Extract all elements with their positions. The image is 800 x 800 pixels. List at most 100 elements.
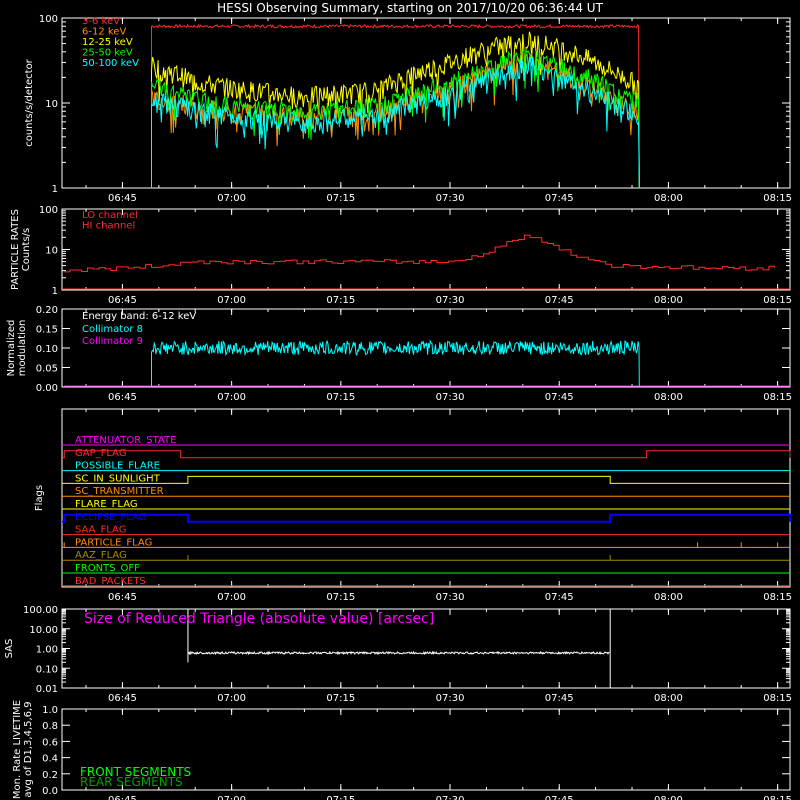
livetime-x-tick-label: 07:45 bbox=[545, 795, 574, 800]
livetime-x-tick-label: 07:30 bbox=[436, 795, 465, 800]
particle-x-tick-label: 08:00 bbox=[654, 295, 683, 306]
flag-label-sc-in-sunlight: SC_IN_SUNLIGHT bbox=[75, 473, 161, 484]
counts-legend-50-100-keV: 50-100 keV bbox=[82, 58, 139, 69]
figure-title: HESSI Observing Summary, starting on 201… bbox=[217, 1, 603, 15]
particle-x-tick-label: 07:30 bbox=[436, 295, 465, 306]
livetime-y-tick-label: 0.8 bbox=[42, 721, 58, 732]
counts-y-tick-label: 100 bbox=[39, 14, 58, 25]
particle-y-tick-label: 100 bbox=[39, 205, 58, 216]
livetime-y-tick-label: 0.6 bbox=[42, 737, 58, 748]
sas-annotation: Size of Reduced Triangle (absolute value… bbox=[84, 611, 434, 627]
counts-legend-12-25-keV: 12-25 keV bbox=[82, 37, 133, 48]
particle-x-tick-label: 07:45 bbox=[545, 295, 574, 306]
particle-series-hi-channel bbox=[64, 234, 776, 273]
livetime-x-tick-label: 08:00 bbox=[654, 795, 683, 800]
particle-x-tick-label: 07:00 bbox=[217, 295, 246, 306]
counts-x-tick-label: 07:15 bbox=[326, 193, 355, 204]
flags-x-tick-label: 08:15 bbox=[763, 592, 792, 603]
modulation-legend-Collimator-9: Collimator 9 bbox=[82, 336, 143, 347]
sas-x-tick-label: 07:15 bbox=[326, 693, 355, 704]
flag-label-particle-flag: PARTICLE_FLAG bbox=[75, 537, 152, 548]
particle-x-tick-label: 07:15 bbox=[326, 295, 355, 306]
sas-y-tick-label: 10.00 bbox=[29, 625, 58, 636]
sas-x-tick-label: 07:00 bbox=[217, 693, 246, 704]
counts-x-tick-label: 08:15 bbox=[763, 193, 792, 204]
sas-y-tick-label: 100.00 bbox=[23, 605, 58, 616]
sas-series-triangle-size bbox=[187, 650, 610, 656]
flag-label-sc-transmitter: SC_TRANSMITTER bbox=[75, 486, 164, 497]
modulation-panel: 06:45 07:00 07:15 07:30 07:45 08:00 08:15 0.00 0… bbox=[6, 305, 792, 403]
flags-x-tick-label: 07:30 bbox=[436, 592, 465, 603]
sas-x-tick-label: 08:15 bbox=[763, 693, 792, 704]
flag-label-gap-flag: GAP_FLAG bbox=[75, 448, 127, 459]
modulation-series-collimator-8 bbox=[151, 339, 640, 388]
counts-x-tick-label: 07:00 bbox=[217, 193, 246, 204]
counts-legend-25-50-keV: 25-50 keV bbox=[82, 48, 133, 59]
flag-label-fronts-off: FRONTS_OFF bbox=[75, 563, 140, 574]
livetime-y-tick-label: 0.0 bbox=[42, 786, 58, 797]
observing-summary-figure: HESSI Observing Summary, starting on 201… bbox=[4, 1, 792, 800]
flag-line-gap-flag bbox=[62, 450, 791, 459]
sas-x-tick-label: 08:00 bbox=[654, 693, 683, 704]
counts-legend-6-12-keV: 6-12 keV bbox=[82, 27, 126, 38]
livetime-y-tick-label: 1.0 bbox=[42, 705, 58, 716]
modulation-y-tick-label: 0.00 bbox=[36, 383, 58, 394]
modulation-x-tick-label: 07:30 bbox=[436, 392, 465, 403]
flag-line-sc-in-sunlight bbox=[62, 475, 790, 484]
sas-y-tick-label: 0.10 bbox=[36, 664, 58, 675]
counts-x-tick-label: 07:30 bbox=[436, 193, 465, 204]
particle-legend-HI-channel: HI channel bbox=[82, 221, 135, 232]
livetime-legend-rear-segments: REAR SEGMENTS bbox=[80, 775, 183, 789]
modulation-legend-Collimator-8: Collimator 8 bbox=[82, 324, 143, 335]
particle-y-tick-label: 10 bbox=[45, 246, 58, 257]
counts-x-tick-label: 07:45 bbox=[545, 193, 574, 204]
counts-panel: 06:45 07:00 07:15 07:30 07:45 08:00 08:15 1 10 10… bbox=[24, 14, 792, 204]
livetime-x-tick-label: 07:00 bbox=[217, 795, 246, 800]
flag-line-eclipse-flag bbox=[62, 513, 791, 523]
modulation-y-tick-label: 0.05 bbox=[36, 364, 58, 375]
flag-label-saa-flag: SAA_FLAG bbox=[75, 525, 126, 536]
particle-y-label: Counts/s bbox=[21, 228, 32, 272]
flag-label-possible-flare: POSSIBLE_FLARE bbox=[75, 461, 160, 472]
flags-x-tick-label: 07:00 bbox=[217, 592, 246, 603]
modulation-x-tick-label: 07:45 bbox=[545, 392, 574, 403]
counts-x-tick-label: 06:45 bbox=[108, 193, 137, 204]
flag-label-attenuator-state: ATTENUATOR_STATE bbox=[75, 435, 176, 446]
particle-frame bbox=[61, 208, 791, 291]
modulation-x-tick-label: 07:15 bbox=[326, 392, 355, 403]
particle-panel: 06:45 07:00 07:15 07:30 07:45 08:00 08:15 1 10 10… bbox=[10, 205, 792, 306]
livetime-y-tick-label: 0.4 bbox=[42, 754, 58, 765]
modulation-x-tick-label: 08:15 bbox=[763, 392, 792, 403]
modulation-y-label: Normalized bbox=[6, 320, 17, 377]
livetime-y-label: avg of D1,3,4,5,6,9 bbox=[23, 701, 34, 797]
livetime-panel: 06:45 07:00 07:15 07:30 07:45 08:00 08:15 0.0 0.… bbox=[12, 700, 792, 800]
particle-x-tick-label: 06:45 bbox=[108, 295, 137, 306]
particle-y-label: PARTICLE RATES bbox=[10, 209, 21, 290]
flag-label-aaz-flag: AAZ_FLAG bbox=[75, 550, 127, 561]
sas-x-tick-label: 07:30 bbox=[436, 693, 465, 704]
particle-y-tick-label: 1 bbox=[52, 286, 58, 297]
counts-y-label: counts/s/detector bbox=[24, 58, 35, 146]
modulation-x-tick-label: 08:00 bbox=[654, 392, 683, 403]
modulation-y-tick-label: 0.10 bbox=[36, 344, 58, 355]
modulation-annotation: Energy band: 6-12 keV bbox=[82, 311, 196, 322]
flags-y-label: Flags bbox=[34, 485, 45, 511]
livetime-x-tick-label: 06:45 bbox=[108, 795, 137, 800]
counts-x-tick-label: 08:00 bbox=[654, 193, 683, 204]
flags-x-tick-label: 08:00 bbox=[654, 592, 683, 603]
modulation-x-tick-label: 07:00 bbox=[217, 392, 246, 403]
livetime-x-tick-label: 07:15 bbox=[326, 795, 355, 800]
counts-y-tick-label: 10 bbox=[45, 99, 58, 110]
flags-x-tick-label: 07:15 bbox=[326, 592, 355, 603]
particle-x-tick-label: 08:15 bbox=[763, 295, 792, 306]
sas-panel: 06:45 07:00 07:15 07:30 07:45 08:00 08:15 0.01 0… bbox=[4, 605, 792, 704]
counts-y-tick-label: 1 bbox=[52, 184, 58, 195]
modulation-x-tick-label: 06:45 bbox=[108, 392, 137, 403]
flag-label-eclipse-flag: ECLIPSE_FLAG bbox=[75, 512, 146, 523]
flags-x-tick-label: 07:45 bbox=[545, 592, 574, 603]
particle-legend-LO-channel: LO channel bbox=[82, 210, 138, 221]
modulation-y-tick-label: 0.15 bbox=[36, 325, 58, 336]
livetime-y-label: Mon. Rate LIVETIME bbox=[12, 700, 23, 799]
livetime-y-tick-label: 0.2 bbox=[42, 770, 58, 781]
flags-x-tick-label: 06:45 bbox=[108, 592, 137, 603]
